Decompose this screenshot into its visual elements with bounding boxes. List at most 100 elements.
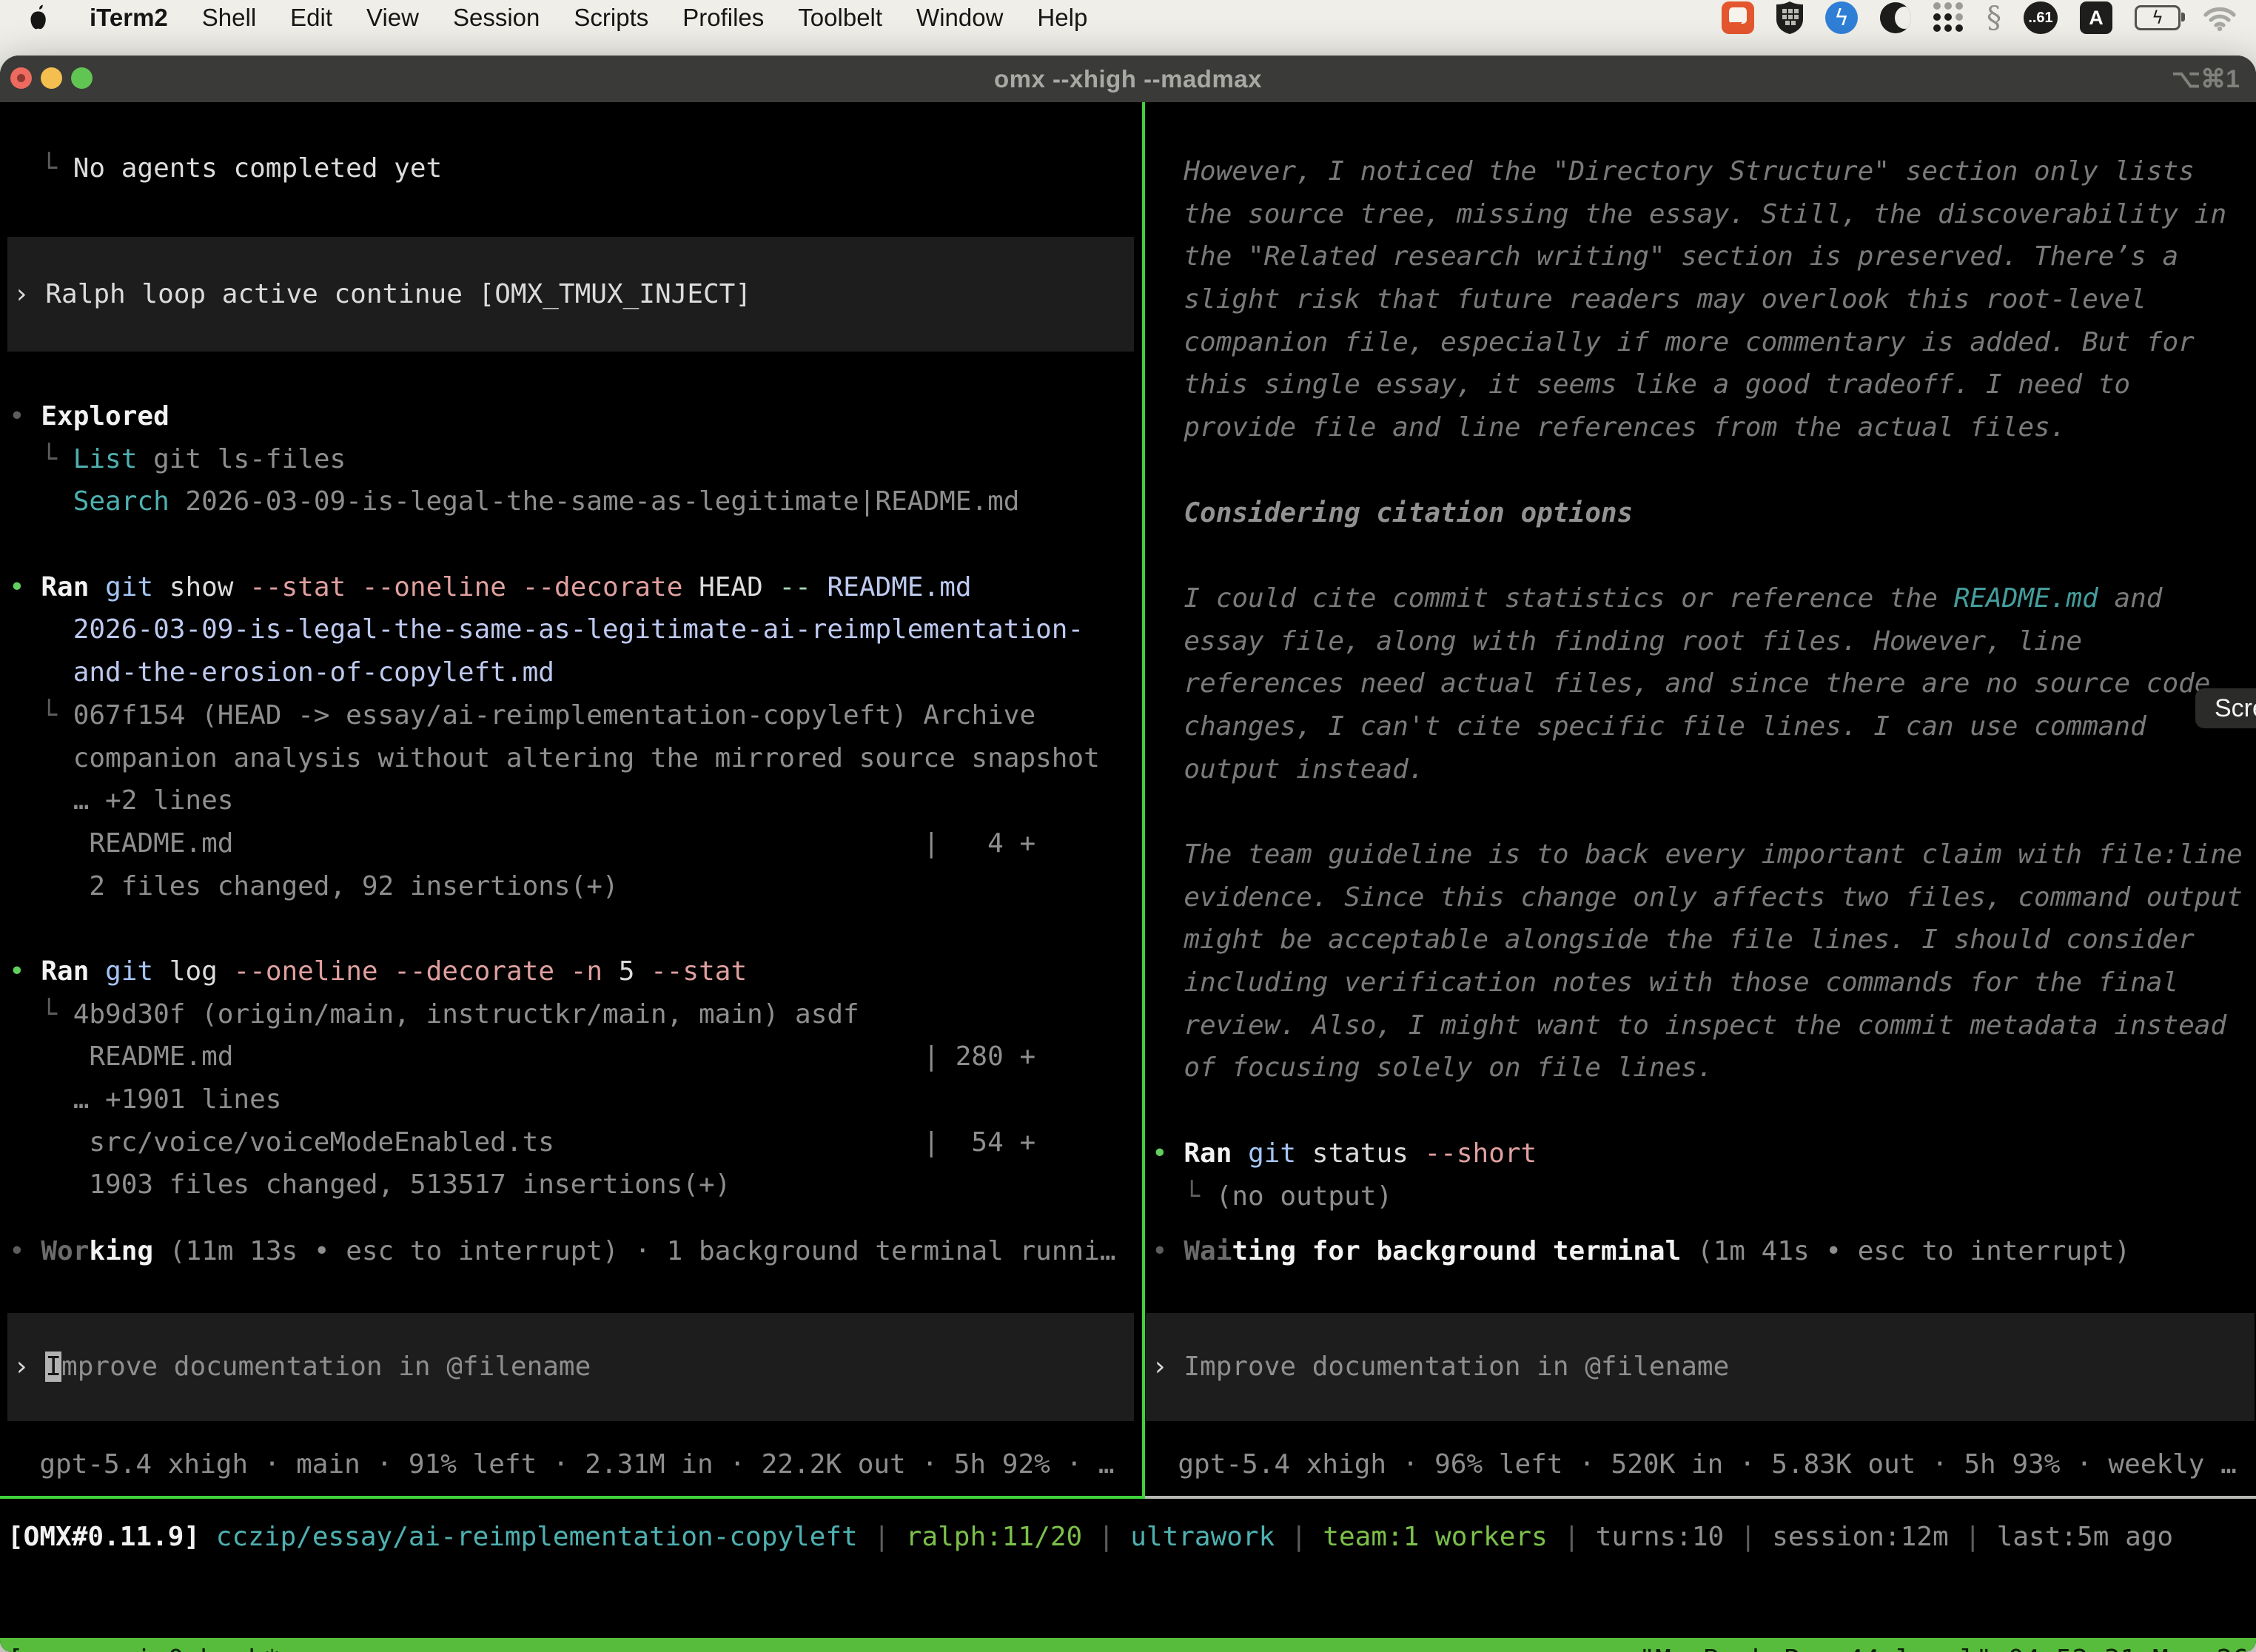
close-button[interactable] (10, 67, 32, 89)
traffic-lights (10, 67, 93, 89)
token: › (13, 1352, 45, 1382)
token: last:5m ago (1997, 1522, 2173, 1552)
token: [OMX#0.11.9] (7, 1522, 200, 1552)
terminal-line: references need actual files, and since … (1152, 662, 2256, 705)
input-source-icon[interactable]: A (2080, 1, 2112, 35)
token: I could cite commit statistics or refere… (1152, 583, 1954, 614)
terminal-line: of focusing solely on file lines. (1152, 1047, 2256, 1089)
menu-item-scripts[interactable]: Scripts (557, 4, 665, 32)
token: --decorate (394, 956, 554, 987)
token (1232, 1138, 1248, 1169)
token: └ (9, 999, 73, 1030)
token: README.md (1954, 583, 2098, 614)
token: git ls-files (137, 444, 346, 474)
menu-item-view[interactable]: View (349, 4, 436, 32)
terminal-line (1152, 449, 2256, 492)
pie-chart-icon[interactable] (1880, 1, 1911, 35)
token: might be acceptable alongside the file l… (1152, 924, 2195, 955)
token: --oneline (362, 572, 506, 602)
menu-item-toolbelt[interactable]: Toolbelt (781, 4, 899, 32)
battery-icon[interactable]: ϟ (2135, 1, 2181, 35)
token: • (9, 956, 41, 987)
token: essay file, along with finding root file… (1152, 626, 2082, 657)
token (9, 486, 73, 517)
pane-divider[interactable] (1142, 102, 1145, 1499)
wifi-icon[interactable] (2203, 1, 2237, 35)
badge-61-icon[interactable]: ..61 (2024, 1, 2058, 35)
terminal-line: └ List git ls-files (9, 438, 1135, 481)
token: --stat (651, 956, 747, 987)
terminal-line: changes, I can't cite specific file line… (1152, 705, 2256, 748)
terminal-line: Search 2026-03-09-is-legal-the-same-as-l… (9, 480, 1135, 523)
token: | (1082, 1522, 1130, 1552)
token: Wai (1184, 1236, 1232, 1266)
token: 2 files changed, 92 insertions(+) (9, 871, 619, 901)
terminal-line: the "Related research writing" section i… (1152, 235, 2256, 278)
left-prompt-line: › Improve documentation in @filename (13, 1346, 591, 1389)
token: and (2098, 583, 2163, 614)
token: this single essay, it seems like a good … (1152, 369, 2130, 400)
menu-status-icons: ϟ § ..61 A ϟ (1722, 1, 2256, 35)
minimize-button[interactable] (41, 67, 62, 89)
menu-items: iTerm2ShellEditViewSessionScriptsProfile… (0, 3, 1104, 33)
token: --short (1425, 1138, 1537, 1169)
token (1681, 1236, 1697, 1266)
token: session:12m (1772, 1522, 1948, 1552)
screen-notification-tooltip[interactable]: Scre (2195, 688, 2256, 728)
terminal-line: src/voice/voiceModeEnabled.ts | 54 + (9, 1121, 1135, 1164)
token: --oneline (233, 956, 377, 987)
menu-item-iterm2[interactable]: iTerm2 (73, 4, 185, 32)
token: • (9, 401, 41, 432)
token: | (858, 1522, 906, 1552)
grid-shield-icon[interactable] (1776, 1, 1803, 35)
token: ralph:11/20 (906, 1522, 1082, 1552)
desktop: { "menu_bar": { "items": ["iTerm2","Shel… (0, 0, 2256, 1652)
left-pane-log: • Explored └ List git ls-files Search 20… (9, 395, 1135, 1206)
token: └ (9, 700, 73, 731)
token: … +1901 lines (9, 1084, 281, 1115)
token: Explored (41, 401, 169, 432)
menu-item-edit[interactable]: Edit (273, 4, 349, 32)
snake-icon[interactable]: § (1987, 1, 2001, 35)
token: However, I noticed the "Directory Struct… (1152, 156, 2195, 187)
inject-line: › Ralph loop active continue [OMX_TMUX_I… (13, 273, 751, 316)
token (554, 956, 571, 987)
token: Search (73, 486, 169, 517)
lightning-badge-icon[interactable]: ϟ (1825, 1, 1858, 35)
terminal-line: 2026-03-09-is-legal-the-same-as-legitima… (9, 608, 1135, 651)
omx-session-status-line: [OMX#0.11.9] cczip/essay/ai-reimplementa… (7, 1516, 2250, 1559)
token: Ralph loop active continue [OMX_TMUX_INJ… (45, 279, 751, 309)
right-prompt-box[interactable]: › Improve documentation in @filename (1146, 1313, 2255, 1421)
menu-item-help[interactable]: Help (1020, 4, 1104, 32)
terminal-line: 1903 files changed, 513517 insertions(+) (9, 1164, 1135, 1206)
menu-item-shell[interactable]: Shell (185, 4, 273, 32)
terminal-line: └ 067f154 (HEAD -> essay/ai-reimplementa… (9, 694, 1135, 737)
terminal-line: evidence. Since this change only affects… (1152, 876, 2256, 919)
token: -n (571, 956, 602, 987)
menu-item-profiles[interactable]: Profiles (665, 4, 781, 32)
token: mprove documentation in @filename (61, 1352, 591, 1382)
terminal-line: including verification notes with those … (1152, 961, 2256, 1004)
apple-logo-icon[interactable] (27, 3, 52, 33)
terminal-line: However, I noticed the "Directory Struct… (1152, 150, 2256, 193)
menu-item-window[interactable]: Window (899, 4, 1020, 32)
window-titlebar[interactable]: omx --xhigh --madmax ⌥⌘1 (0, 56, 2256, 102)
tmux-session-label[interactable]: [omx-cczip0:bash* (0, 1645, 280, 1652)
token: • (9, 572, 41, 602)
left-model-status-line: gpt-5.4 xhigh · main · 91% left · 2.31M … (7, 1443, 1134, 1486)
terminal-line: … +2 lines (9, 779, 1135, 822)
token: git (1248, 1138, 1296, 1169)
token: gpt-5.4 xhigh · 96% left · 520K in · 5.8… (1146, 1449, 2237, 1480)
terminal-line (1152, 534, 2256, 577)
token: king (89, 1236, 153, 1266)
token: └ (1152, 1181, 1216, 1212)
tmux-status-bar: [omx-cczip0:bash* "MacBook-Pro-44.local"… (0, 1638, 2256, 1652)
zoom-button[interactable] (71, 67, 93, 89)
token: --stat (249, 572, 346, 602)
token: Ran (1184, 1138, 1232, 1169)
right-prompt-line: › Improve documentation in @filename (1152, 1346, 1729, 1389)
left-prompt-box[interactable]: › Improve documentation in @filename (7, 1313, 1134, 1421)
menu-item-session[interactable]: Session (436, 4, 557, 32)
chat-app-icon[interactable] (1722, 1, 1754, 35)
dots-grid-icon[interactable] (1933, 1, 1964, 35)
